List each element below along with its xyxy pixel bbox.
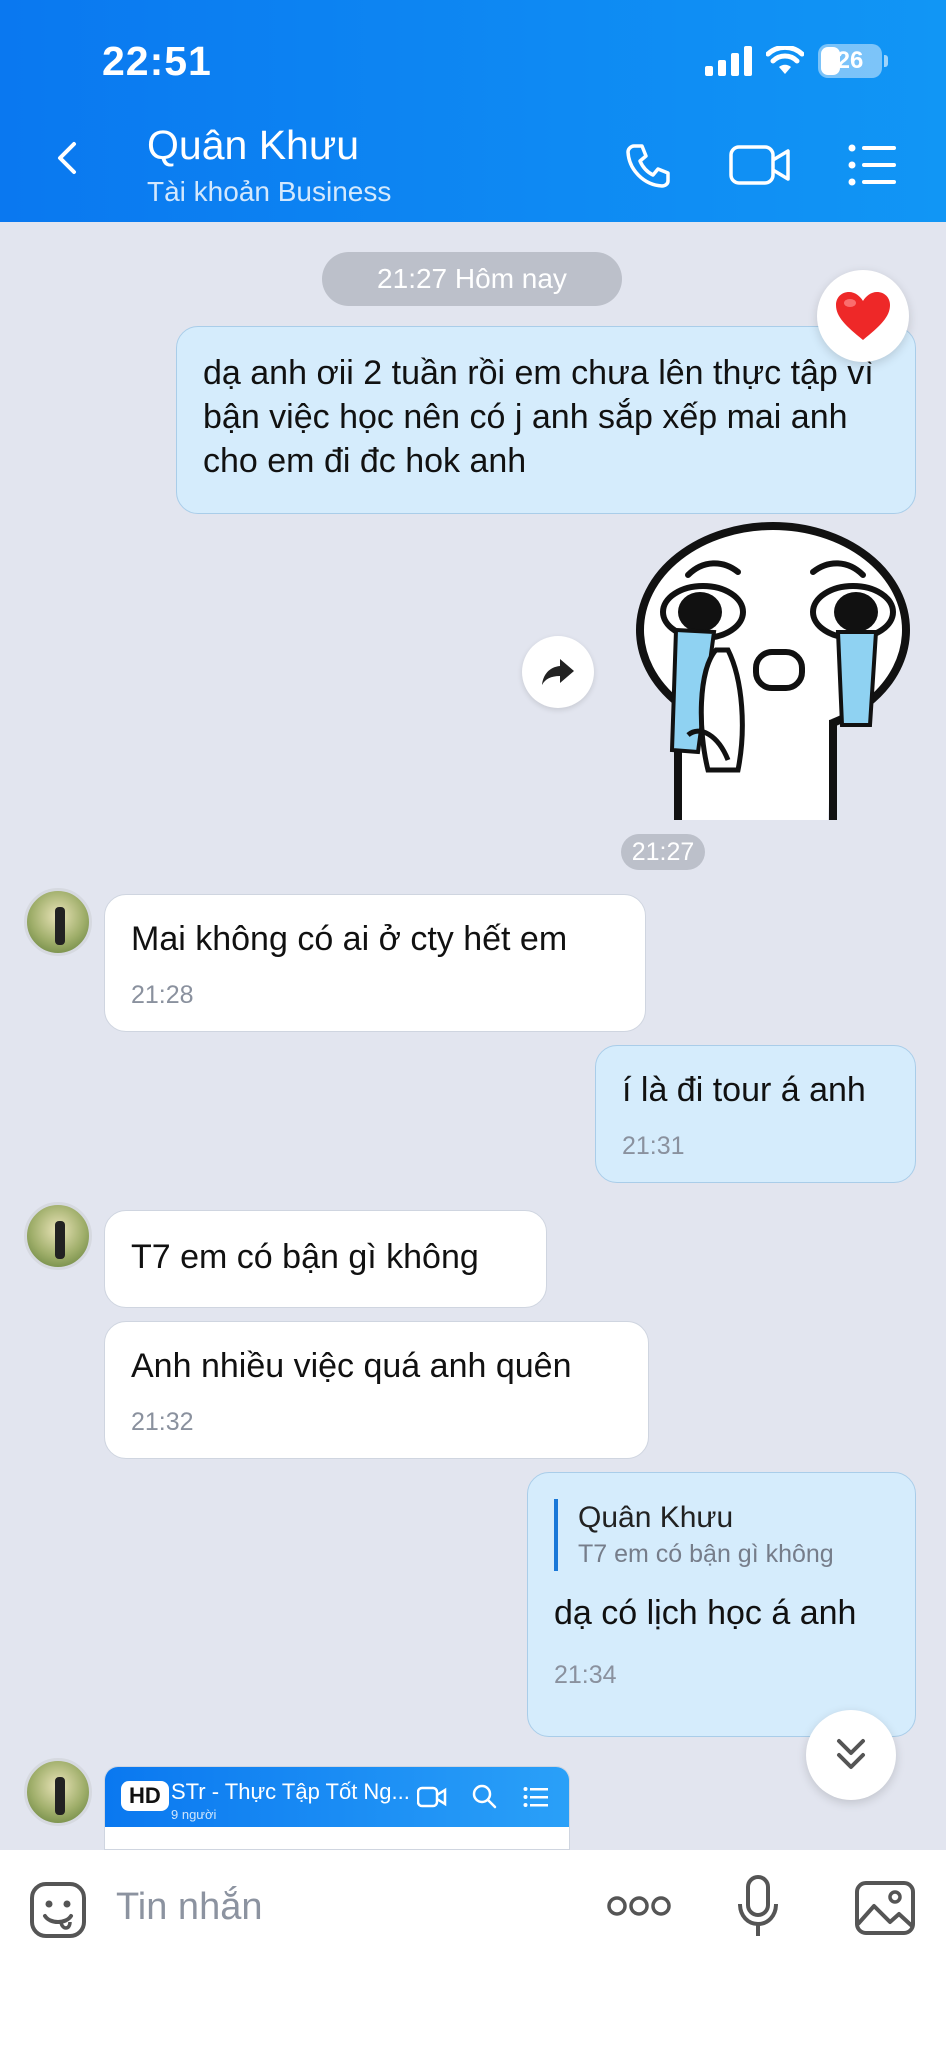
video-icon: [417, 1786, 447, 1808]
message-time: 21:28: [131, 981, 194, 1009]
menu-list-icon[interactable]: [846, 140, 898, 190]
avatar[interactable]: [24, 1202, 92, 1270]
status-time: 22:51: [102, 38, 212, 84]
quoted-message[interactable]: Quân Khưu T7 em có bận gì không: [554, 1499, 889, 1571]
message-time: 21:34: [554, 1661, 617, 1689]
battery-level: 26: [836, 47, 864, 74]
menu-list-icon: [523, 1787, 548, 1807]
message-incoming[interactable]: T7 em có bận gì không: [104, 1210, 547, 1308]
message-text: Mai không có ai ở cty hết em: [131, 920, 568, 958]
search-icon: [472, 1784, 497, 1809]
message-text: T7 em có bận gì không: [131, 1238, 479, 1276]
back-arrow-icon[interactable]: [50, 140, 86, 176]
message-text: dạ anh ơii 2 tuần rồi em chưa lên thực t…: [203, 354, 874, 480]
avatar[interactable]: [24, 888, 92, 956]
microphone-icon[interactable]: [736, 1874, 780, 1940]
message-text: í là đi tour á anh: [622, 1071, 866, 1109]
account-type: Tài khoản Business: [147, 176, 392, 207]
battery-icon: 26: [818, 44, 882, 78]
phone-call-icon[interactable]: [622, 140, 674, 192]
sticker-time: 21:27: [621, 834, 705, 870]
contact-name[interactable]: Quân Khưu: [147, 122, 359, 169]
video-call-icon[interactable]: [728, 140, 792, 190]
image-gallery-icon[interactable]: [854, 1880, 916, 1936]
scroll-down-icon[interactable]: [806, 1710, 896, 1800]
more-options-icon[interactable]: [606, 1894, 672, 1918]
shared-card-preview[interactable]: HD STr - Thực Tập Tốt Ng... 9 người: [104, 1766, 570, 1850]
status-icons: 26: [705, 44, 888, 78]
signal-icon: [705, 46, 752, 76]
quote-text: T7 em có bận gì không: [578, 1540, 834, 1568]
message-incoming[interactable]: Anh nhiều việc quá anh quên 21:32: [104, 1321, 649, 1459]
preview-title: STr - Thực Tập Tốt Ng...: [171, 1779, 410, 1804]
crying-sticker[interactable]: [628, 520, 918, 820]
chat-area[interactable]: 21:27 Hôm nay dạ anh ơii 2 tuần rồi em c…: [0, 222, 946, 1850]
message-incoming[interactable]: Mai không có ai ở cty hết em 21:28: [104, 894, 646, 1032]
message-text: dạ có lịch học á anh: [554, 1594, 857, 1632]
reaction-heart-icon[interactable]: [817, 270, 909, 362]
wifi-icon: [766, 46, 804, 74]
quote-author: Quân Khưu: [578, 1501, 734, 1534]
date-pill: 21:27 Hôm nay: [322, 252, 622, 306]
preview-member-count: 9 người: [171, 1807, 217, 1822]
share-forward-icon[interactable]: [522, 636, 594, 708]
message-outgoing[interactable]: í là đi tour á anh 21:31: [595, 1045, 916, 1183]
hd-badge: HD: [121, 1781, 169, 1811]
message-outgoing[interactable]: dạ anh ơii 2 tuần rồi em chưa lên thực t…: [176, 326, 916, 514]
chat-header: 22:51 26 Quân Khưu Tài khoản Business: [0, 0, 946, 222]
sticker-emoji-icon[interactable]: [28, 1880, 88, 1940]
message-text: Anh nhiều việc quá anh quên: [131, 1347, 572, 1385]
message-outgoing-reply[interactable]: Quân Khưu T7 em có bận gì không dạ có lị…: [527, 1472, 916, 1737]
message-time: 21:32: [131, 1408, 194, 1436]
message-time: 21:31: [622, 1132, 685, 1160]
message-input[interactable]: Tin nhắn: [116, 1886, 262, 1929]
message-input-bar: Tin nhắn: [0, 1850, 946, 2048]
avatar[interactable]: [24, 1758, 92, 1826]
